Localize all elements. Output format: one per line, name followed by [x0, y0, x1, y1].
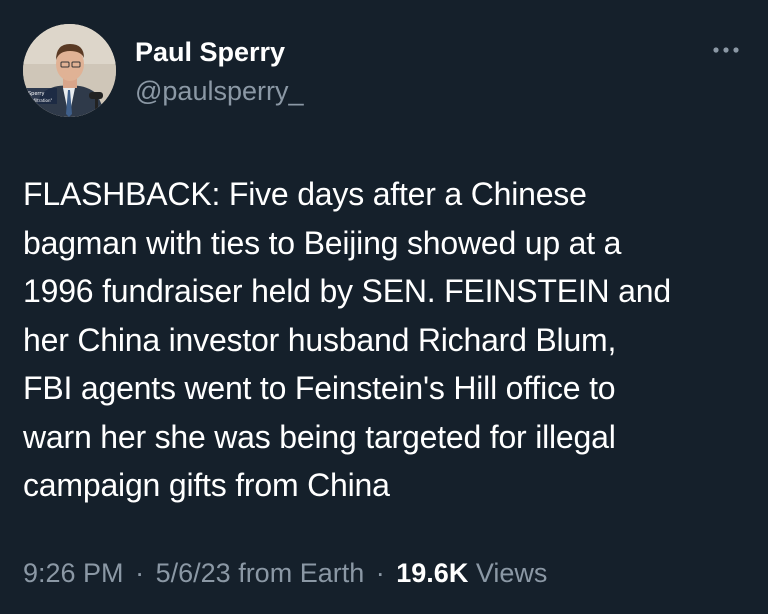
author-display-name[interactable]: Paul Sperry [135, 37, 285, 67]
avatar-photo: Sperry "Infiltration" [23, 24, 116, 117]
author-avatar[interactable]: Sperry "Infiltration" [23, 24, 116, 117]
views-count[interactable]: 19.6K [396, 558, 468, 588]
tweet-meta: 9:26 PM · 5/6/23 from Earth · 19.6K View… [23, 556, 547, 590]
more-horizontal-icon [713, 47, 739, 53]
more-options-button[interactable] [709, 40, 743, 60]
tweet-source: from Earth [238, 558, 365, 588]
meta-separator: · [135, 558, 145, 588]
views-label: Views [475, 558, 548, 588]
tweet-time[interactable]: 9:26 PM [23, 558, 124, 588]
tweet-card: Sperry "Infiltration" Paul Sperry @pauls… [0, 0, 768, 614]
meta-separator: · [375, 558, 385, 588]
avatar-caption-book: "Infiltration" [28, 98, 53, 103]
tweet-text: FLASHBACK: Five days after a Chinese bag… [23, 176, 671, 503]
author-handle[interactable]: @paulsperry_ [135, 76, 304, 106]
tweet-date[interactable]: 5/6/23 [156, 558, 231, 588]
avatar-caption-name: Sperry [28, 91, 44, 97]
